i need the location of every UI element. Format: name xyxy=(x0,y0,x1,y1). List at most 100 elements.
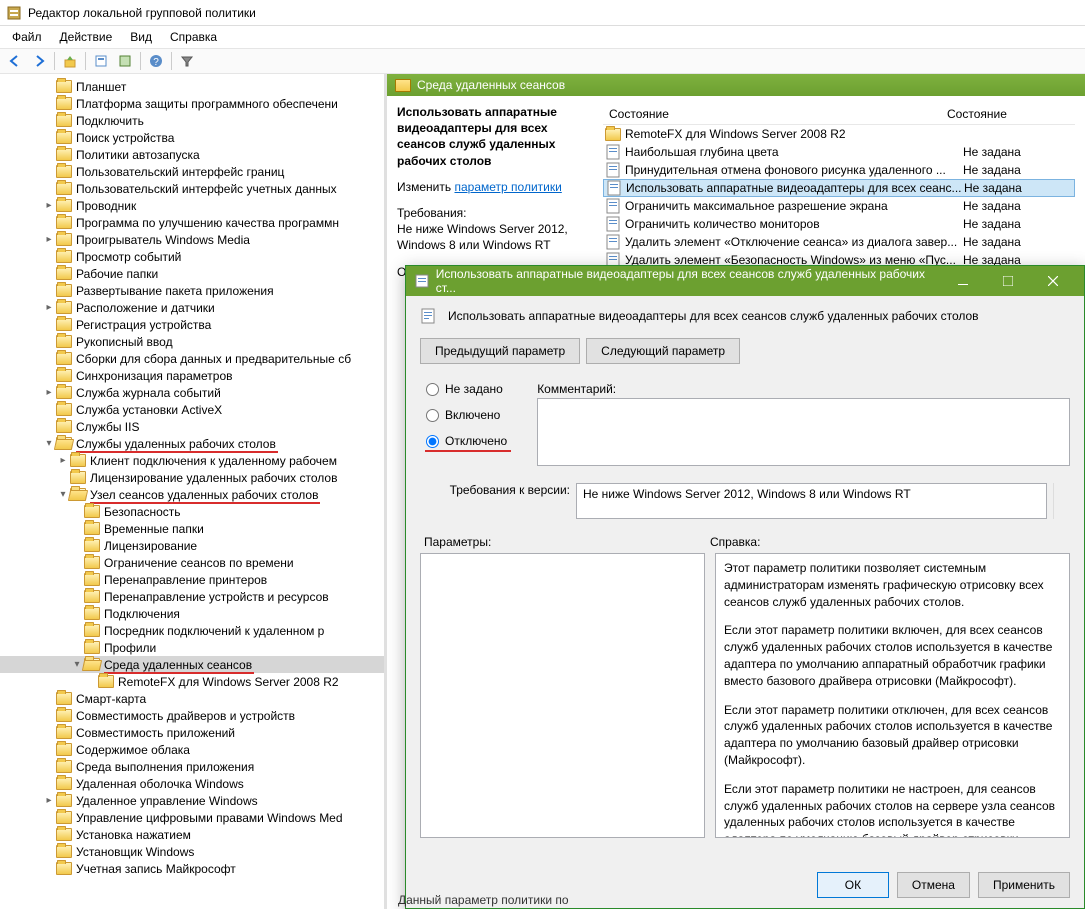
tree-item[interactable]: ▾Среда удаленных сеансов xyxy=(0,656,384,673)
filter-button[interactable] xyxy=(176,50,198,72)
tree-item[interactable]: Установка нажатием xyxy=(0,826,384,843)
col-state-left[interactable]: Состояние xyxy=(603,104,941,124)
properties-button[interactable] xyxy=(90,50,112,72)
list-row[interactable]: Удалить элемент «Отключение сеанса» из д… xyxy=(603,233,1075,251)
help-button[interactable]: ? xyxy=(145,50,167,72)
tree-item[interactable]: Среда выполнения приложения xyxy=(0,758,384,775)
minimize-button[interactable] xyxy=(940,266,985,296)
folder-icon xyxy=(56,267,72,280)
tree-item[interactable]: Посредник подключений к удаленном р xyxy=(0,622,384,639)
tree-item[interactable]: Установщик Windows xyxy=(0,843,384,860)
comment-textarea[interactable] xyxy=(537,398,1070,466)
tree-item[interactable]: ▾Службы удаленных рабочих столов xyxy=(0,435,384,452)
tree-item-label: Расположение и датчики xyxy=(76,301,215,315)
tree-item[interactable]: Регистрация устройства xyxy=(0,316,384,333)
next-setting-button[interactable]: Следующий параметр xyxy=(586,338,740,364)
expand-toggle[interactable]: ▸ xyxy=(56,455,70,466)
tree-item[interactable]: ▸Удаленное управление Windows xyxy=(0,792,384,809)
tree-item[interactable]: Лицензирование удаленных рабочих столов xyxy=(0,469,384,486)
tree-item[interactable]: Временные папки xyxy=(0,520,384,537)
list-cell-name: Ограничить максимальное разрешение экран… xyxy=(625,199,963,213)
folder-icon xyxy=(84,658,100,671)
forward-button[interactable] xyxy=(28,50,50,72)
export-button[interactable] xyxy=(114,50,136,72)
tree-item[interactable]: Перенаправление устройств и ресурсов xyxy=(0,588,384,605)
tree-item[interactable]: ▸Проигрыватель Windows Media xyxy=(0,231,384,248)
tree-item[interactable]: Совместимость драйверов и устройств xyxy=(0,707,384,724)
tree-item[interactable]: Развертывание пакета приложения xyxy=(0,282,384,299)
radio-enabled[interactable]: Включено xyxy=(426,408,507,422)
up-button[interactable] xyxy=(59,50,81,72)
tree-item[interactable]: Управление цифровыми правами Windows Med xyxy=(0,809,384,826)
expand-toggle[interactable]: ▸ xyxy=(42,200,56,211)
tree-item[interactable]: ▸Служба журнала событий xyxy=(0,384,384,401)
tree-item[interactable]: Подключения xyxy=(0,605,384,622)
policy-list[interactable]: Состояние Состояние RemoteFX для Windows… xyxy=(603,104,1075,290)
tree-item[interactable]: Перенаправление принтеров xyxy=(0,571,384,588)
tree-item[interactable]: Лицензирование xyxy=(0,537,384,554)
cancel-button[interactable]: Отмена xyxy=(897,872,970,898)
tree-item-label: Посредник подключений к удаленном р xyxy=(104,624,324,638)
dialog-titlebar[interactable]: Использовать аппаратные видеоадаптеры дл… xyxy=(406,266,1084,296)
list-header[interactable]: Состояние Состояние xyxy=(603,104,1075,125)
maximize-button[interactable] xyxy=(985,266,1030,296)
tree-item[interactable]: Учетная запись Майкрософт xyxy=(0,860,384,877)
tree-item[interactable]: ▸Проводник xyxy=(0,197,384,214)
tree-item[interactable]: Рукописный ввод xyxy=(0,333,384,350)
apply-button[interactable]: Применить xyxy=(978,872,1070,898)
tree-item[interactable]: Безопасность xyxy=(0,503,384,520)
tree-item[interactable]: Платформа защиты программного обеспечени xyxy=(0,95,384,112)
menu-view[interactable]: Вид xyxy=(122,28,160,46)
tree-item[interactable]: Удаленная оболочка Windows xyxy=(0,775,384,792)
tree-item[interactable]: Просмотр событий xyxy=(0,248,384,265)
list-row[interactable]: Ограничить максимальное разрешение экран… xyxy=(603,197,1075,215)
expand-toggle[interactable]: ▸ xyxy=(42,302,56,313)
tree-item[interactable]: Пользовательский интерфейс границ xyxy=(0,163,384,180)
tree-item[interactable]: Совместимость приложений xyxy=(0,724,384,741)
radio-disabled[interactable]: Отключено xyxy=(426,434,507,448)
menu-action[interactable]: Действие xyxy=(52,28,121,46)
previous-setting-button[interactable]: Предыдущий параметр xyxy=(420,338,580,364)
list-row[interactable]: Использовать аппаратные видеоадаптеры дл… xyxy=(603,179,1075,197)
menu-file[interactable]: Файл xyxy=(4,28,50,46)
close-button[interactable] xyxy=(1031,266,1076,296)
tree-item[interactable]: ▸ Расположение и датчики xyxy=(0,299,384,316)
back-button[interactable] xyxy=(4,50,26,72)
tree-item[interactable]: Пользовательский интерфейс учетных данны… xyxy=(0,180,384,197)
tree-item[interactable]: Подключить xyxy=(0,112,384,129)
tree-item[interactable]: Содержимое облака xyxy=(0,741,384,758)
list-row[interactable]: Принудительная отмена фонового рисунка у… xyxy=(603,161,1075,179)
scrollbar[interactable] xyxy=(1053,483,1070,519)
list-row[interactable]: Наибольшая глубина цветаНе задана xyxy=(603,143,1075,161)
tree-item-label: Смарт-карта xyxy=(76,692,146,706)
tree-item[interactable]: Синхронизация параметров xyxy=(0,367,384,384)
tree-item[interactable]: Ограничение сеансов по времени xyxy=(0,554,384,571)
dialog-icon xyxy=(414,273,430,289)
tree-item[interactable]: Смарт-карта xyxy=(0,690,384,707)
tree-item[interactable]: RemoteFX для Windows Server 2008 R2 xyxy=(0,673,384,690)
radio-notconfigured[interactable]: Не задано xyxy=(426,382,507,396)
expand-toggle[interactable]: ▸ xyxy=(42,234,56,245)
menu-help[interactable]: Справка xyxy=(162,28,225,46)
tree-item[interactable]: Служба установки ActiveX xyxy=(0,401,384,418)
tree-item[interactable]: Службы IIS xyxy=(0,418,384,435)
tree-item[interactable]: Рабочие папки xyxy=(0,265,384,282)
tree-item[interactable]: ▸Клиент подключения к удаленному рабочем xyxy=(0,452,384,469)
tree-item[interactable]: ▾Узел сеансов удаленных рабочих столов xyxy=(0,486,384,503)
tree-item[interactable]: Сборки для сбора данных и предварительны… xyxy=(0,350,384,367)
tree-pane[interactable]: ПланшетПлатформа защиты программного обе… xyxy=(0,74,387,909)
tree-item[interactable]: Профили xyxy=(0,639,384,656)
list-row[interactable]: RemoteFX для Windows Server 2008 R2 xyxy=(603,125,1075,143)
expand-toggle[interactable]: ▸ xyxy=(42,387,56,398)
tree-item[interactable]: Планшет xyxy=(0,78,384,95)
footer-text: Данный параметр политики по xyxy=(392,891,575,909)
edit-policy-link[interactable]: параметр политики xyxy=(454,180,561,194)
tree-item[interactable]: Политики автозапуска xyxy=(0,146,384,163)
ok-button[interactable]: ОК xyxy=(817,872,889,898)
tree-item-label: Сборки для сбора данных и предварительны… xyxy=(76,352,351,366)
expand-toggle[interactable]: ▸ xyxy=(42,795,56,806)
list-row[interactable]: Ограничить количество мониторовНе задана xyxy=(603,215,1075,233)
tree-item[interactable]: Поиск устройства xyxy=(0,129,384,146)
col-state[interactable]: Состояние xyxy=(941,104,1051,124)
tree-item[interactable]: Программа по улучшению качества программ… xyxy=(0,214,384,231)
